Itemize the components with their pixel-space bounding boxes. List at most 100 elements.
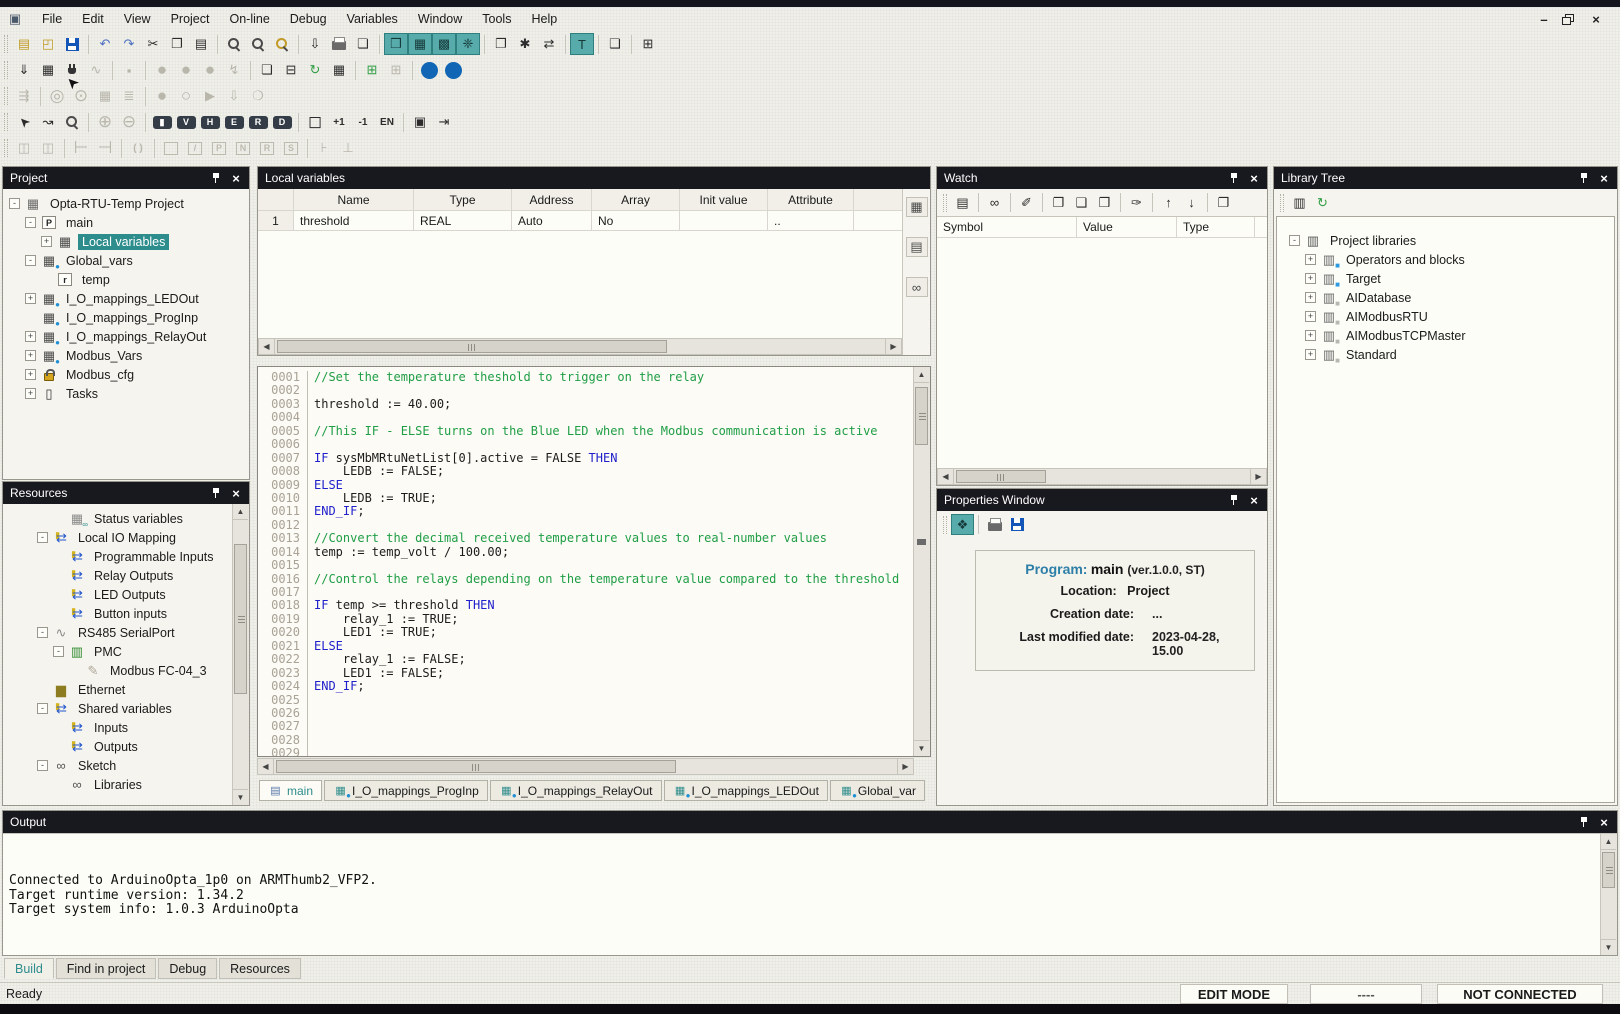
- debug-key-button[interactable]: ❍: [246, 85, 270, 107]
- open-project-button[interactable]: ◰: [36, 33, 60, 55]
- pin-icon[interactable]: [211, 172, 222, 185]
- menu-on-line[interactable]: On-line: [219, 9, 279, 29]
- column-header-type[interactable]: Type: [414, 189, 512, 211]
- watch-list-button[interactable]: ▤: [951, 192, 974, 213]
- resources-item-relay-outputs[interactable]: ▮⇄Relay Outputs: [53, 566, 230, 585]
- menu-file[interactable]: File: [32, 9, 72, 29]
- scroll-up-icon[interactable]: ▲: [233, 504, 248, 520]
- expander-icon[interactable]: +: [1305, 273, 1316, 284]
- bottom-tab-find-in-project[interactable]: Find in project: [56, 958, 157, 979]
- editor-tab-main[interactable]: ▤main: [259, 780, 322, 801]
- watch-window-open-button[interactable]: ❑: [1070, 192, 1093, 213]
- resources-item-inputs[interactable]: ▮⇄Inputs: [53, 718, 230, 737]
- resources-item-shared-variables[interactable]: -▮⇄Shared variables: [37, 699, 230, 718]
- library-item-aidatabase[interactable]: +▥■AIDatabase: [1305, 288, 1612, 307]
- download-code-button[interactable]: ⇓: [12, 59, 36, 81]
- watch-window-add-button[interactable]: ❒: [1093, 192, 1116, 213]
- expander-icon[interactable]: -: [25, 217, 36, 228]
- expander-icon[interactable]: +: [25, 293, 36, 304]
- insert-comment-button[interactable]: ◻: [303, 111, 327, 133]
- expander-icon[interactable]: -: [37, 703, 48, 714]
- live-debug-mode-button[interactable]: ⇶: [12, 85, 36, 107]
- watch-move-up-button[interactable]: ↑: [1157, 192, 1180, 213]
- debug-continue-button[interactable]: ○: [174, 85, 198, 107]
- column-header-row-number[interactable]: [258, 189, 294, 211]
- table-row[interactable]: 1thresholdREALAutoNo..: [258, 211, 902, 231]
- project-item-modbus-vars[interactable]: +▦●Modbus_Vars: [25, 346, 247, 365]
- menu-tools[interactable]: Tools: [472, 9, 521, 29]
- zoom-tool-button[interactable]: [60, 111, 84, 133]
- pin-icon[interactable]: [1579, 816, 1590, 829]
- project-item-main[interactable]: -Pmain: [25, 213, 247, 232]
- resources-vertical-scrollbar[interactable]: ▲ ▼: [232, 504, 249, 805]
- run-target-button[interactable]: ↯: [222, 59, 246, 81]
- output-vertical-scrollbar[interactable]: ▲ ▼: [1600, 834, 1617, 955]
- coil-n-button[interactable]: N: [231, 137, 255, 159]
- menu-help[interactable]: Help: [521, 9, 567, 29]
- halt-button[interactable]: ▪: [117, 59, 141, 81]
- enable-en-eno-button[interactable]: EN: [375, 111, 399, 133]
- zoom-out-button[interactable]: ⊖: [117, 111, 141, 133]
- menu-variables[interactable]: Variables: [337, 9, 408, 29]
- scroll-left-icon[interactable]: ◀: [258, 759, 274, 774]
- insert-contact-button[interactable]: ◫: [36, 137, 60, 159]
- resources-item-outputs[interactable]: ▮⇄Outputs: [53, 737, 230, 756]
- expander-icon[interactable]: +: [1305, 330, 1316, 341]
- column-header-address[interactable]: Address: [512, 189, 592, 211]
- navigate-back-button[interactable]: [417, 59, 441, 81]
- cell-attribute[interactable]: ..: [768, 211, 854, 231]
- view-library-window-button[interactable]: ❐: [489, 33, 513, 55]
- insert-t-branch-button[interactable]: ⊥: [336, 137, 360, 159]
- find-button[interactable]: [222, 33, 246, 55]
- scroll-up-icon[interactable]: ▲: [914, 367, 929, 383]
- insert-branch-button[interactable]: ⊦: [312, 137, 336, 159]
- code-area[interactable]: 0001//Set the temperature theshold to tr…: [258, 367, 913, 756]
- coil-r-button[interactable]: R: [255, 137, 279, 159]
- watch-copy-button[interactable]: ❐: [1212, 192, 1235, 213]
- editor-tab-i-o-mappings-ledout[interactable]: ▦●I_O_mappings_LEDOut: [664, 780, 828, 801]
- expander-icon[interactable]: +: [1305, 254, 1316, 265]
- library-item-standard[interactable]: +▥■Standard: [1305, 345, 1612, 364]
- project-item-local-variables[interactable]: +▦Local variables: [41, 232, 247, 251]
- editor-horizontal-scrollbar[interactable]: ◀ ▶: [257, 758, 914, 775]
- cold-restart-button[interactable]: ●: [150, 59, 174, 81]
- watch-brush-button[interactable]: ✐: [1015, 192, 1038, 213]
- remove-record-button[interactable]: ⊞: [384, 59, 408, 81]
- library-item-project-libraries[interactable]: -▥Project libraries: [1289, 231, 1612, 250]
- close-icon[interactable]: ×: [1598, 815, 1610, 830]
- block-h-button[interactable]: H: [198, 111, 222, 133]
- debug-run-button[interactable]: ▶: [198, 85, 222, 107]
- cell-address[interactable]: Auto: [512, 211, 592, 231]
- expander-icon[interactable]: +: [41, 236, 52, 247]
- project-item-tasks[interactable]: +▯Tasks: [25, 384, 247, 403]
- step-over-button[interactable]: ⇩: [222, 85, 246, 107]
- coil-s-button[interactable]: S: [279, 137, 303, 159]
- view-doc-window-button[interactable]: ❑: [603, 33, 627, 55]
- expander-icon[interactable]: -: [25, 255, 36, 266]
- resources-item-programmable-inputs[interactable]: ▮⇄Programmable Inputs: [53, 547, 230, 566]
- contact-parallel-button[interactable]: ⊣: [93, 137, 117, 159]
- workspace-layout-button[interactable]: ⊞: [636, 33, 660, 55]
- disconnect-button[interactable]: ∿: [84, 59, 108, 81]
- expander-icon[interactable]: +: [1305, 349, 1316, 360]
- add-symbol-watch-button[interactable]: ⊟: [279, 59, 303, 81]
- close-button[interactable]: ×: [1588, 12, 1604, 27]
- increment-pins-button[interactable]: +1: [327, 111, 351, 133]
- menu-window[interactable]: Window: [408, 9, 472, 29]
- expander-icon[interactable]: -: [37, 532, 48, 543]
- expander-icon[interactable]: +: [25, 369, 36, 380]
- view-tools-window-button[interactable]: ✱: [513, 33, 537, 55]
- library-item-aimodbusrtu[interactable]: +▥■AIModbusRTU: [1305, 307, 1612, 326]
- scroll-left-icon[interactable]: ◀: [259, 339, 275, 354]
- resources-item-rs485-serialport[interactable]: -∿RS485 SerialPort: [37, 623, 230, 642]
- pin-icon[interactable]: [1229, 494, 1240, 507]
- pin-icon[interactable]: [1579, 172, 1590, 185]
- project-item-i-o-mappings-relayout[interactable]: +▦●I_O_mappings_RelayOut: [25, 327, 247, 346]
- pin-icon[interactable]: [211, 487, 222, 500]
- coil-blank-button[interactable]: [159, 137, 183, 159]
- scroll-right-icon[interactable]: ▶: [1250, 469, 1266, 484]
- auto-arrange-button[interactable]: ⇥: [432, 111, 456, 133]
- insert-record-button[interactable]: ⊞: [360, 59, 384, 81]
- expander-icon[interactable]: -: [37, 760, 48, 771]
- scroll-thumb[interactable]: [277, 340, 667, 353]
